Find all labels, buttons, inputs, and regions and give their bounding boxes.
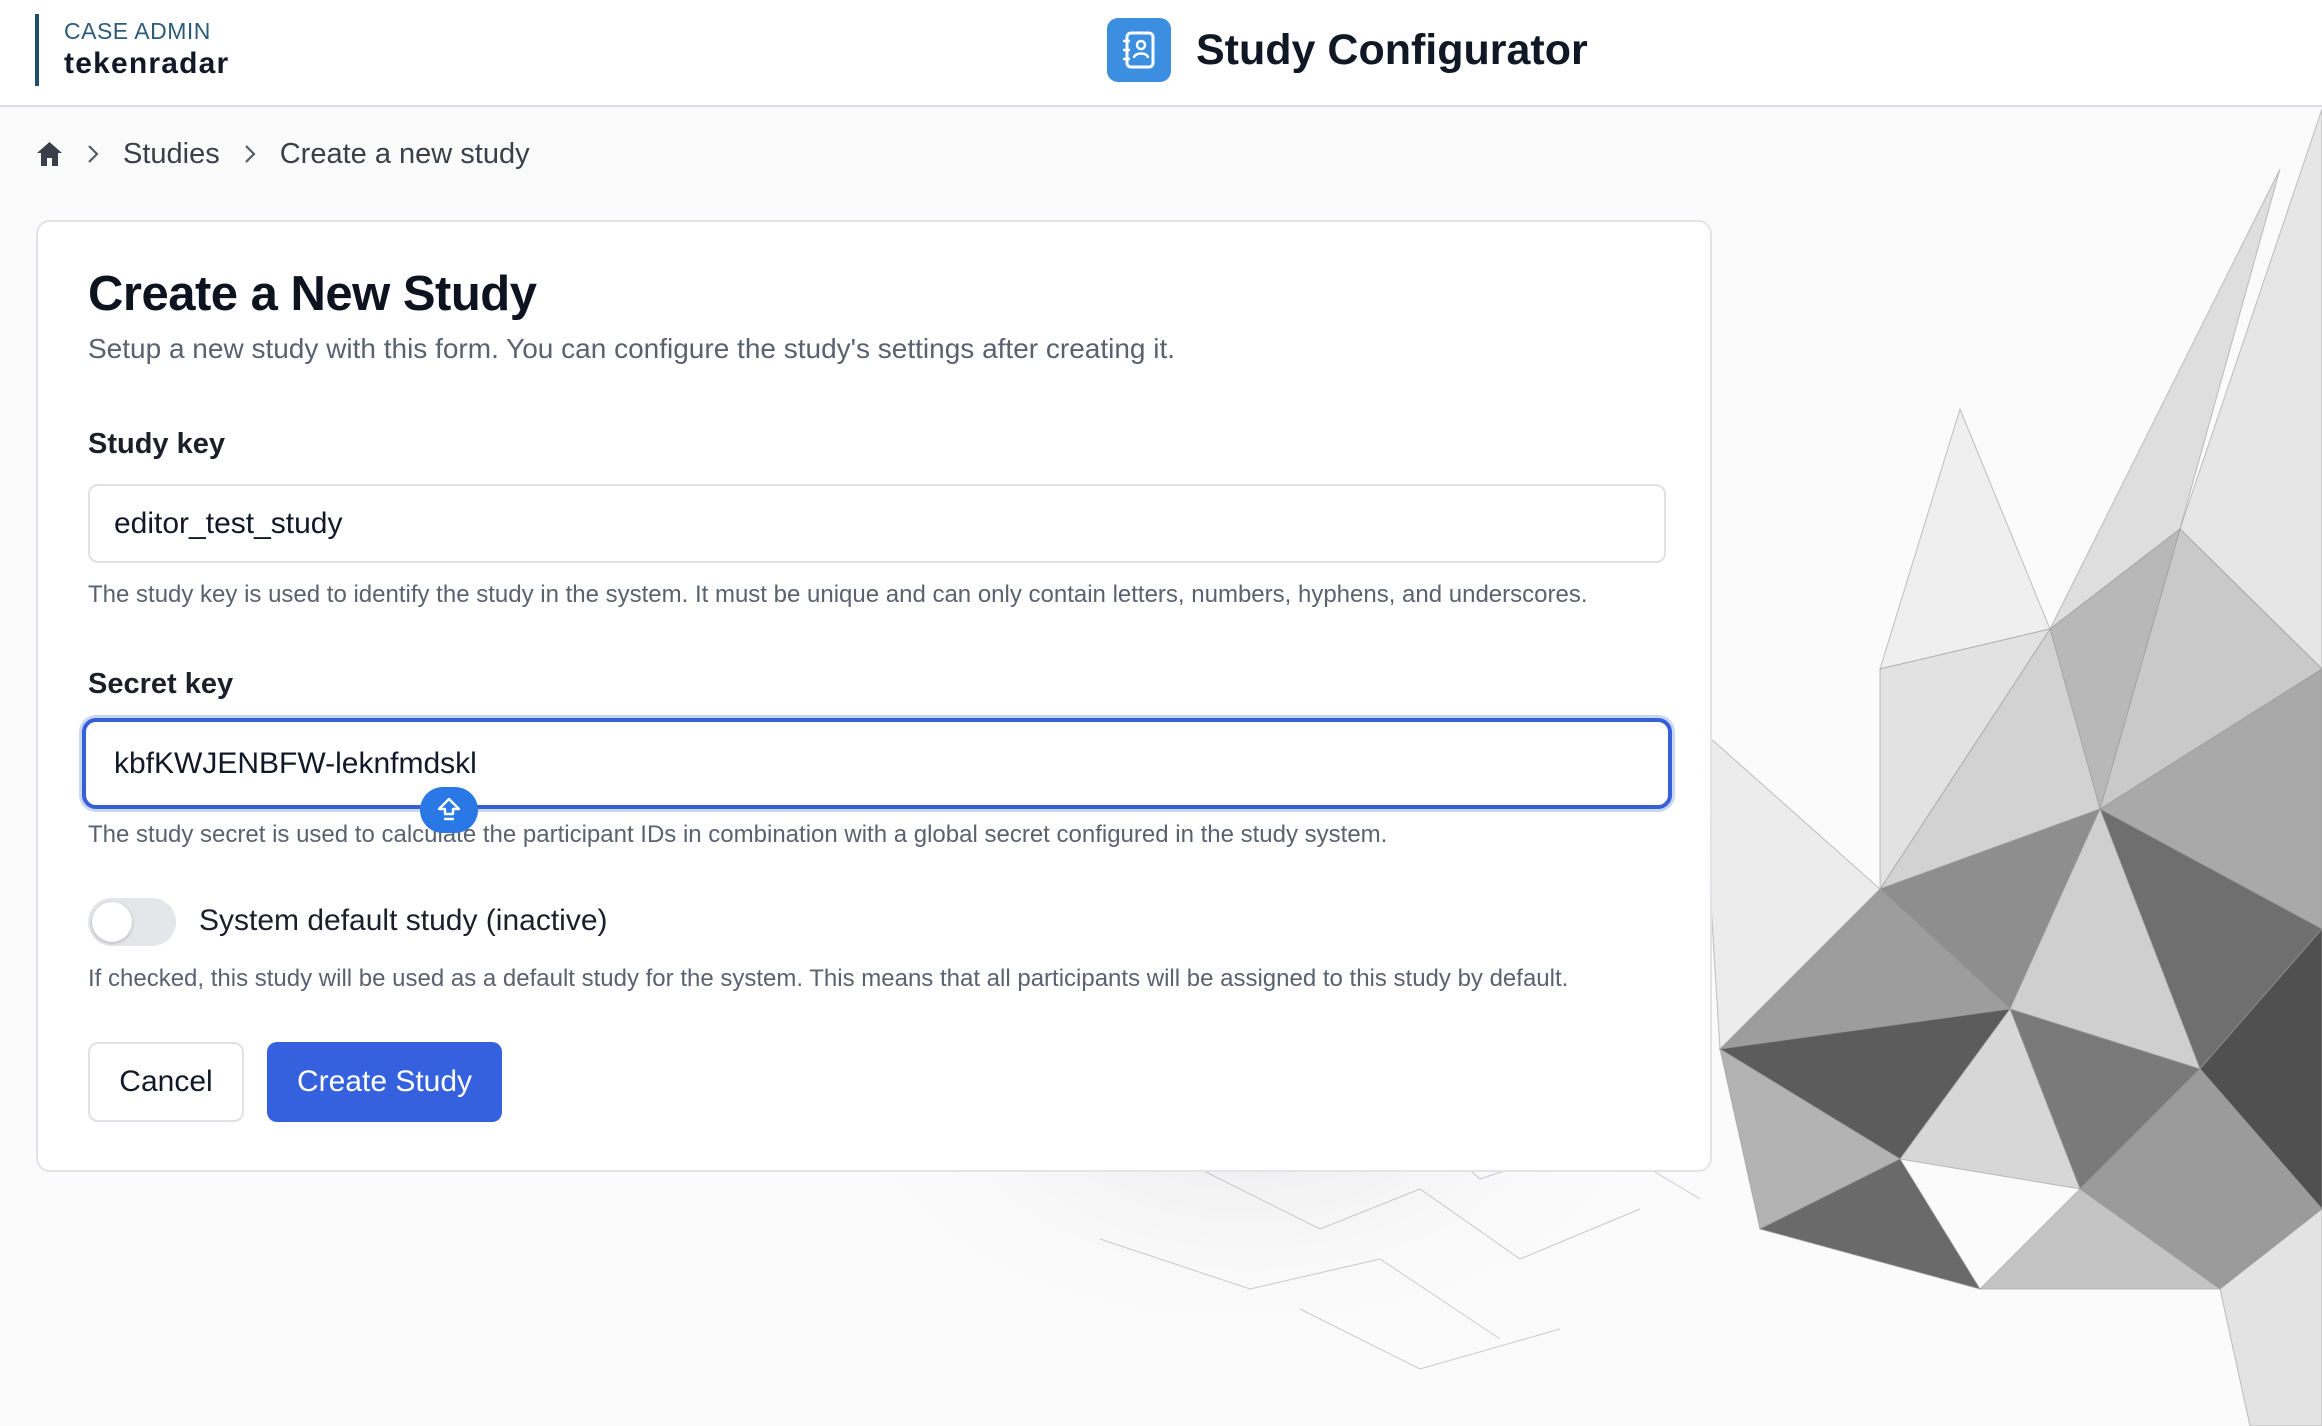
default-study-help: If checked, this study will be used as a… xyxy=(88,965,1569,992)
home-icon[interactable] xyxy=(36,141,63,167)
password-manager-icon[interactable] xyxy=(420,787,478,833)
org-name: tekenradar xyxy=(64,47,230,80)
secret-key-help: The study secret is used to calculate th… xyxy=(88,821,1388,848)
create-study-card: Create a New Study Setup a new study wit… xyxy=(36,220,1712,1172)
default-study-toggle[interactable] xyxy=(88,898,176,946)
app-title: Study Configurator xyxy=(1196,25,1588,74)
create-study-button[interactable]: Create Study xyxy=(267,1042,502,1122)
cancel-button[interactable]: Cancel xyxy=(88,1042,244,1122)
app-title-group: Study Configurator xyxy=(1107,18,1588,82)
study-key-label: Study key xyxy=(88,428,225,460)
study-key-help: The study key is used to identify the st… xyxy=(88,581,1588,608)
breadcrumb: Studies Create a new study xyxy=(36,130,530,178)
study-key-input[interactable] xyxy=(88,484,1666,563)
default-study-label: System default study (inactive) xyxy=(199,904,608,937)
contact-book-icon xyxy=(1107,18,1171,82)
org-label: CASE ADMIN xyxy=(64,18,211,44)
toggle-knob xyxy=(92,902,132,942)
secret-key-label: Secret key xyxy=(88,668,234,700)
chevron-right-icon xyxy=(244,144,256,164)
page-title: Create a New Study xyxy=(88,267,537,321)
breadcrumb-current: Create a new study xyxy=(279,137,530,170)
org-brand[interactable]: CASE ADMIN tekenradar xyxy=(35,14,229,86)
chevron-right-icon xyxy=(87,144,99,164)
breadcrumb-studies-link[interactable]: Studies xyxy=(123,138,220,171)
top-header: CASE ADMIN tekenradar Study Configurator xyxy=(0,0,2322,107)
secret-key-input[interactable] xyxy=(82,718,1672,809)
page-subtitle: Setup a new study with this form. You ca… xyxy=(88,333,1176,364)
